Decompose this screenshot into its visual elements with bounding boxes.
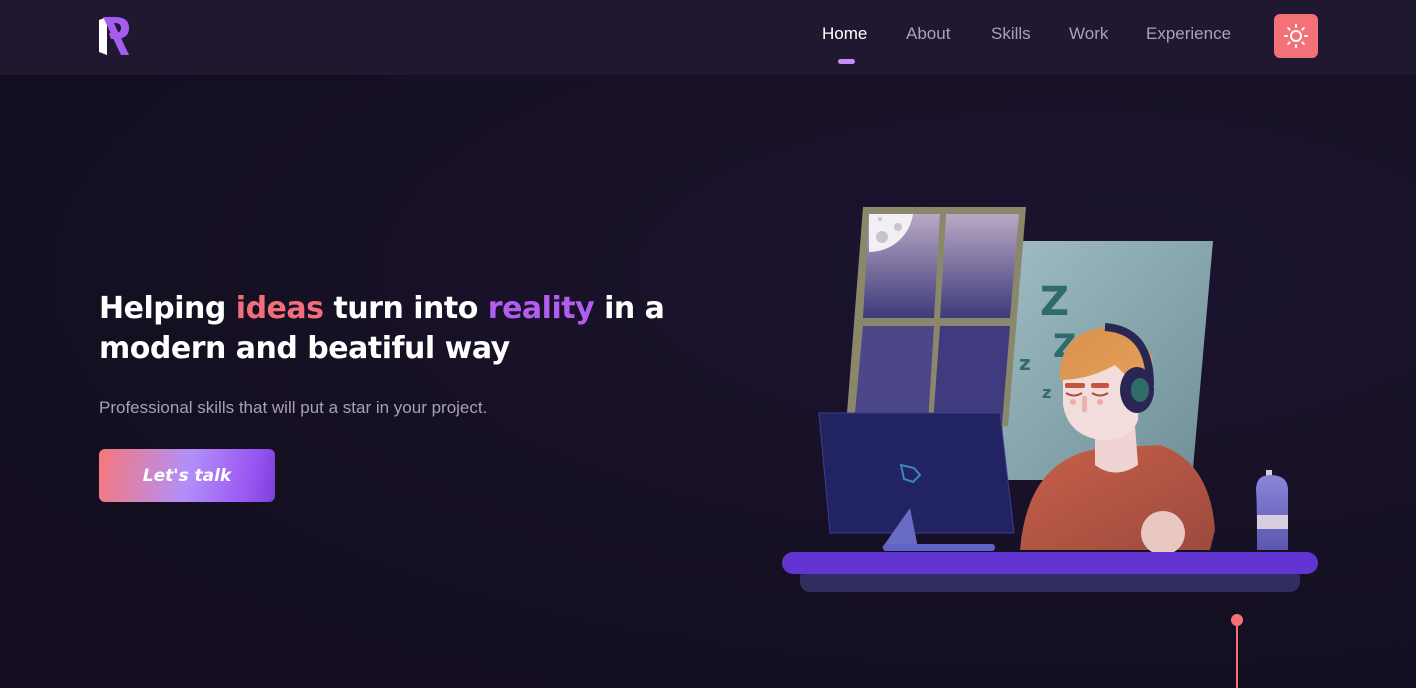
desk: [782, 552, 1318, 574]
nav-skills[interactable]: Skills: [991, 24, 1031, 44]
hero-subtitle: Professional skills that will put a star…: [99, 398, 488, 417]
sleep-z: z: [1019, 351, 1031, 375]
monitor: [818, 412, 1015, 534]
nav-work[interactable]: Work: [1069, 24, 1108, 44]
water-bottle-icon: [1256, 470, 1288, 550]
nav-home[interactable]: Home: [822, 24, 867, 44]
nav-experience[interactable]: Experience: [1146, 24, 1231, 44]
theme-toggle-button[interactable]: [1274, 14, 1318, 58]
sun-icon: [1284, 24, 1308, 48]
nav-about[interactable]: About: [906, 24, 950, 44]
r-logo-icon[interactable]: [99, 17, 131, 55]
title-highlight-reality: reality: [487, 291, 595, 326]
sleep-z: Z: [1040, 279, 1069, 325]
lets-talk-button[interactable]: Let's talk: [99, 449, 275, 502]
title-text: Helping: [99, 291, 236, 326]
title-highlight-ideas: ideas: [235, 291, 324, 326]
hero-title: Helping ideas turn into reality in a mod…: [99, 289, 699, 369]
sleep-z: z: [1042, 383, 1051, 402]
navbar: Home About Skills Work Experience: [0, 0, 1416, 75]
sleeping-developer-illustration: Z Z z z: [782, 207, 1318, 688]
active-nav-indicator: [838, 59, 855, 64]
title-text: turn into: [323, 291, 488, 326]
